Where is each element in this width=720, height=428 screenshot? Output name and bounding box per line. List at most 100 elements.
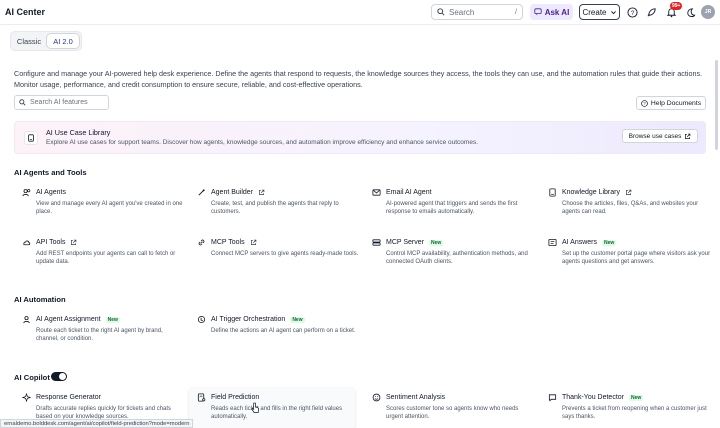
section-title-copilot: AI Copilot: [14, 373, 50, 382]
notification-badge: 99+: [670, 2, 683, 10]
ask-ai-icon: [534, 8, 542, 16]
feature-card-title: AI Agents: [36, 189, 66, 196]
banner-title: AI Use Case Library: [46, 128, 111, 137]
answers-icon: [548, 238, 557, 247]
svg-text:?: ?: [643, 100, 646, 105]
feature-card-title: AI Trigger Orchestration: [211, 316, 286, 323]
server-icon: [372, 238, 381, 247]
browse-use-cases-button[interactable]: Browse use cases: [622, 129, 698, 143]
feature-card-api-tools[interactable]: API Tools Add REST endpoints your agents …: [22, 238, 192, 266]
feature-card-description: Route each ticket to the right AI agent …: [36, 328, 163, 343]
feature-card-title: Response Generator: [36, 394, 101, 401]
svg-text:?: ?: [630, 9, 634, 16]
feature-card-field-prediction[interactable]: Field Prediction Reads each ticket and fi…: [189, 388, 355, 428]
feature-card-ai-agents[interactable]: AI Agents View and manage every AI agent …: [22, 188, 192, 216]
feature-card-title: API Tools: [36, 239, 66, 246]
feature-card-response-generator[interactable]: Response Generator Drafts accurate replie…: [22, 393, 192, 421]
feature-card-description: Create, test, and publish the agents tha…: [211, 201, 339, 216]
feature-card-ai-trigger-orchestration[interactable]: AI Trigger Orchestration New Define the ac…: [197, 315, 367, 335]
feature-card-ai-agent-assignment[interactable]: AI Agent Assignment New Route each ticket …: [22, 315, 192, 343]
feature-card-description: Control MCP availability, authentication…: [386, 251, 528, 266]
feature-card-description: Reads each ticket and fills in the right…: [211, 406, 343, 421]
feature-card-description: AI-powered agent that triggers and sends…: [386, 201, 518, 216]
feature-search-input[interactable]: Search AI features: [14, 95, 109, 110]
global-search-input[interactable]: Search /: [431, 4, 523, 20]
feature-card-thank-you-detector[interactable]: Thank-You Detector New Prevents a ticket f…: [548, 393, 718, 421]
search-icon: [19, 99, 26, 106]
feature-card-description: Choose the articles, files, Q&As, and we…: [562, 201, 699, 216]
feature-card-description: Define the actions an AI agent can perfo…: [211, 328, 356, 334]
feature-card-title: Thank-You Detector: [562, 394, 624, 401]
feature-card-description: Add REST endpoints your agents can call …: [36, 251, 176, 266]
feature-card-title: Email AI Agent: [386, 189, 432, 196]
field-icon: [197, 393, 206, 402]
external-link-icon: [71, 239, 77, 245]
help-documents-button[interactable]: ? Help Documents: [636, 96, 706, 110]
sparkle-icon: [22, 393, 31, 402]
new-badge: New: [429, 239, 444, 246]
chevron-down-icon: [610, 10, 616, 14]
page-title: AI Center: [5, 7, 46, 17]
section-title-agents-tools: AI Agents and Tools: [14, 168, 87, 177]
view-switch: Classic AI 2.0: [10, 31, 82, 51]
mail-icon: [372, 188, 381, 197]
feature-card-description: Set up the customer portal page where vi…: [562, 251, 711, 266]
help-documents-label: Help Documents: [650, 99, 702, 107]
trigger-icon: [197, 315, 206, 324]
top-bar: AI Center Search / Ask AI Create ? 99+ J…: [0, 0, 720, 25]
intro-text: Configure and manage your AI-powered hel…: [14, 69, 703, 89]
feature-card-description: Scores customer tone so agents know who …: [386, 406, 519, 421]
help-icon[interactable]: ?: [626, 6, 638, 18]
feature-card-title: AI Agent Assignment: [36, 316, 101, 323]
feature-card-agent-builder[interactable]: Agent Builder Create, test, and publish t…: [197, 188, 367, 216]
link-icon: [197, 238, 206, 247]
feature-card-title: Knowledge Library: [562, 189, 620, 196]
section-title-automation: AI Automation: [14, 295, 66, 304]
feature-card-ai-answers[interactable]: AI Answers New Set up the customer portal …: [548, 238, 718, 266]
users-icon: [22, 188, 31, 197]
tab-classic[interactable]: Classic: [13, 34, 45, 48]
copilot-toggle[interactable]: [51, 372, 67, 381]
external-link-icon: [685, 133, 691, 139]
smile-icon: [372, 393, 381, 402]
feature-card-knowledge-library[interactable]: Knowledge Library Choose the articles, fi…: [548, 188, 718, 216]
feature-card-title: AI Answers: [562, 239, 598, 246]
browse-use-cases-label: Browse use cases: [628, 132, 682, 140]
feature-card-title: Agent Builder: [211, 189, 254, 196]
wand-icon: [197, 188, 206, 197]
ask-ai-button[interactable]: Ask AI: [530, 4, 573, 20]
create-button[interactable]: Create: [579, 4, 620, 20]
new-badge: New: [290, 316, 305, 323]
library-icon: [24, 131, 38, 145]
feature-card-mcp-server[interactable]: MCP Server New Control MCP availability, a…: [372, 238, 542, 266]
feature-card-title: MCP Server: [386, 239, 424, 246]
use-case-banner: AI Use Case Library Explore AI use cases…: [14, 121, 706, 154]
ask-ai-label: Ask AI: [544, 7, 570, 17]
book-icon: [548, 188, 557, 197]
status-url: ernaldemo.bolddesk.com/agent/ai/copilot/…: [0, 419, 194, 428]
tab-ai-2-0[interactable]: AI 2.0: [47, 34, 79, 48]
search-placeholder: Search: [449, 7, 475, 17]
new-badge: New: [105, 316, 120, 323]
feature-card-title: MCP Tools: [211, 239, 245, 246]
feature-card-mcp-tools[interactable]: MCP Tools Connect MCP servers to give age…: [197, 238, 367, 258]
scrollbar[interactable]: [715, 60, 718, 150]
avatar[interactable]: JR: [701, 5, 715, 19]
dark-mode-icon[interactable]: [684, 6, 696, 18]
feature-card-description: View and manage every AI agent you've cr…: [36, 201, 183, 216]
new-badge: New: [602, 239, 617, 246]
feature-card-title: Field Prediction: [211, 394, 260, 401]
search-icon: [437, 8, 445, 16]
create-label: Create: [582, 7, 607, 17]
feature-card-description: Prevents a ticket from reopening when a …: [562, 406, 707, 421]
thanks-icon: [548, 393, 557, 402]
external-link-icon: [250, 239, 256, 245]
external-link-icon: [259, 189, 265, 195]
feature-search-placeholder: Search AI features: [30, 99, 88, 106]
external-link-icon: [626, 189, 632, 195]
feature-card-email-ai-agent[interactable]: Email AI Agent AI-powered agent that trig…: [372, 188, 542, 216]
feature-card-sentiment-analysis[interactable]: Sentiment Analysis Scores customer tone s…: [372, 393, 542, 421]
feature-card-title: Sentiment Analysis: [386, 394, 446, 401]
rocket-icon[interactable]: [645, 6, 657, 18]
new-badge: New: [629, 394, 644, 401]
